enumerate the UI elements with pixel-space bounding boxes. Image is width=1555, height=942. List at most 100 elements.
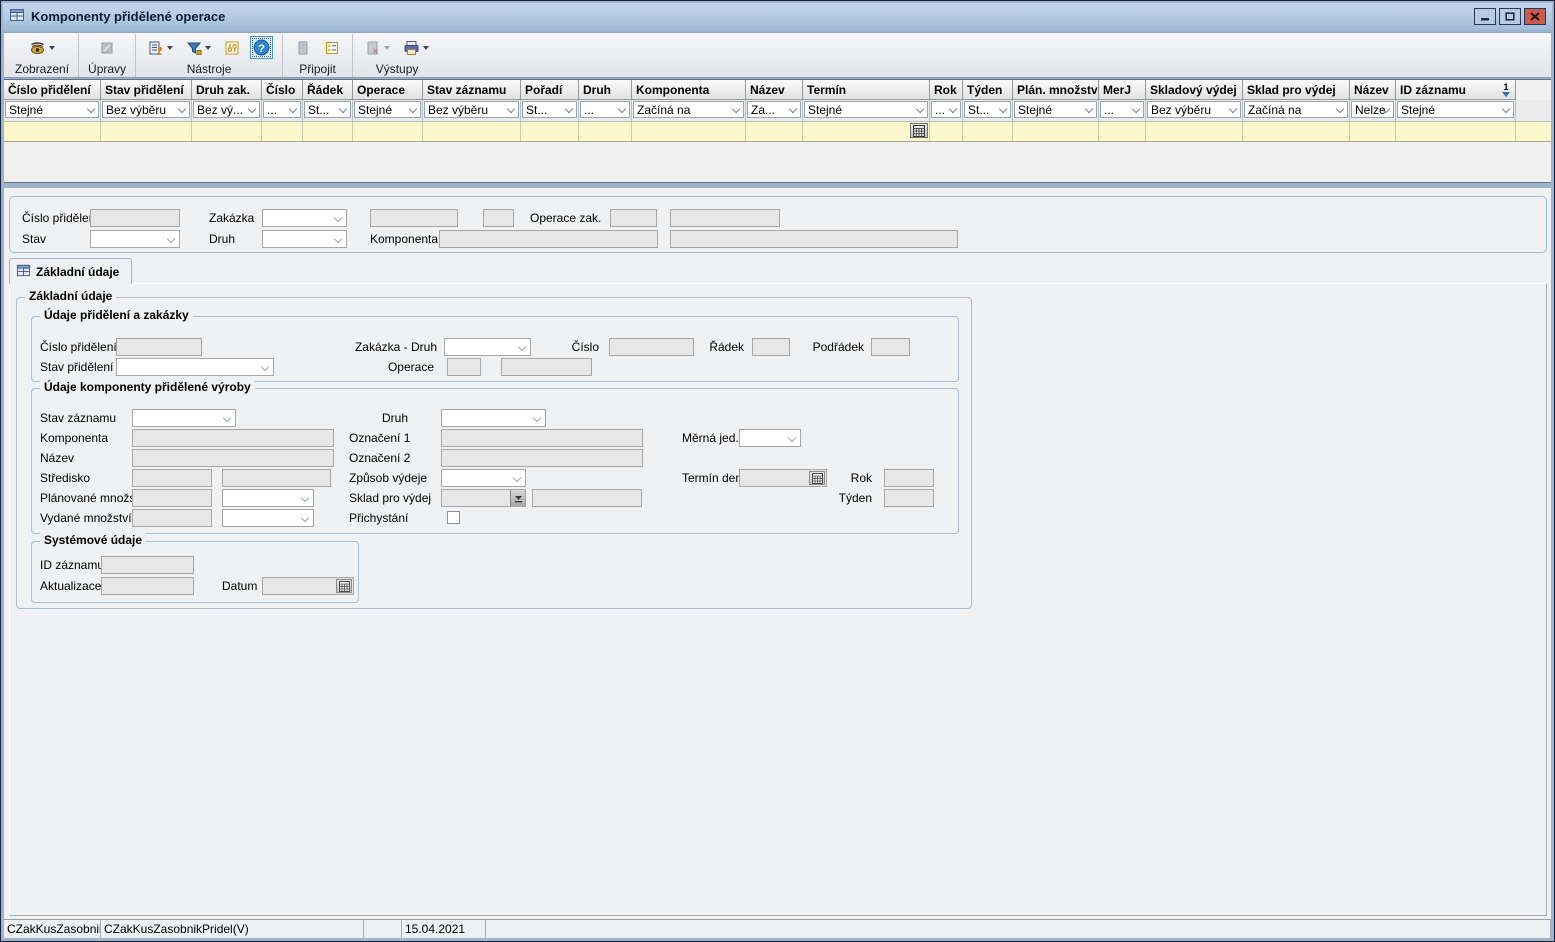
- column-header[interactable]: Název: [746, 80, 803, 100]
- close-button[interactable]: [1524, 8, 1546, 25]
- filter-value-cell[interactable]: [4, 122, 101, 141]
- filter-operator-select[interactable]: Stejné: [1014, 101, 1097, 118]
- filter-operator-select[interactable]: Nelze: [1351, 101, 1394, 118]
- planovane-mnozstvi-merj-select[interactable]: [222, 489, 314, 507]
- filter-value-cell[interactable]: [930, 122, 963, 141]
- filter-value-cell[interactable]: [262, 122, 303, 141]
- column-header[interactable]: Číslo: [262, 80, 303, 100]
- stav-prideleni-select[interactable]: [116, 358, 274, 376]
- column-header[interactable]: Týden: [963, 80, 1013, 100]
- column-header[interactable]: Druh: [579, 80, 632, 100]
- filter-operator-select[interactable]: Stejné: [1397, 101, 1514, 118]
- column-header-label: Číslo: [266, 81, 295, 99]
- print-button[interactable]: [400, 37, 432, 59]
- filter-operator-select[interactable]: ...: [931, 101, 961, 118]
- stredisko-input: [132, 469, 212, 487]
- column-header[interactable]: Sklad pro výdej: [1243, 80, 1350, 100]
- filter-operator-select[interactable]: ...: [1100, 101, 1144, 118]
- filter-operator-select[interactable]: Bez vý...: [193, 101, 260, 118]
- maximize-button[interactable]: [1499, 8, 1521, 25]
- column-header[interactable]: Stav záznamu: [423, 80, 521, 100]
- calendar-button[interactable]: [910, 123, 928, 138]
- filter-operator-select[interactable]: Stejné: [354, 101, 421, 118]
- column-header[interactable]: Název: [1350, 80, 1396, 100]
- datum-label: Datum: [222, 577, 257, 595]
- zakazka-druh-select[interactable]: [444, 338, 531, 356]
- column-header[interactable]: Pořadí: [521, 80, 579, 100]
- help-button[interactable]: ?: [250, 36, 273, 59]
- checklist-button[interactable]: [321, 37, 343, 59]
- filter-value-cell[interactable]: [1146, 122, 1243, 141]
- grid-filter-value-row: [4, 122, 1551, 142]
- rok-label: Rok: [832, 469, 872, 487]
- filter-value-cell[interactable]: [1396, 122, 1516, 141]
- column-header[interactable]: Stav přidělení: [101, 80, 192, 100]
- druh-select[interactable]: [441, 409, 546, 427]
- id-zaznamu-input: [101, 556, 194, 574]
- filter-operator-select[interactable]: Za...: [747, 101, 801, 118]
- filter-value-cell[interactable]: [1350, 122, 1396, 141]
- filter-value-cell[interactable]: [746, 122, 803, 141]
- filter-value-cell[interactable]: [803, 122, 930, 141]
- quick-operace-zak-label: Operace zak.: [530, 209, 601, 227]
- tab-form-icon: [16, 263, 31, 281]
- stav-zaznamu-select[interactable]: [132, 409, 236, 427]
- filter-operator-select[interactable]: St...: [964, 101, 1011, 118]
- column-header[interactable]: ID záznamu1: [1396, 80, 1516, 100]
- column-header[interactable]: Číslo přidělení: [4, 80, 101, 100]
- filter-value-cell[interactable]: [1013, 122, 1099, 141]
- column-header[interactable]: MerJ: [1099, 80, 1146, 100]
- filter-operator-select[interactable]: Bez výběru: [424, 101, 519, 118]
- quick-zakazka-select[interactable]: [262, 209, 347, 227]
- column-header[interactable]: Řádek: [303, 80, 353, 100]
- filter-value-cell[interactable]: [192, 122, 262, 141]
- filter-operator-select[interactable]: St...: [304, 101, 351, 118]
- filter-value-cell[interactable]: [353, 122, 423, 141]
- grid-body[interactable]: [4, 142, 1551, 183]
- parameters-button[interactable]: [221, 37, 243, 59]
- vydane-mnozstvi-merj-select[interactable]: [222, 509, 314, 527]
- filter-value-cell[interactable]: [101, 122, 192, 141]
- filter-operator-select[interactable]: ...: [263, 101, 301, 118]
- filter-operator-select[interactable]: St...: [522, 101, 577, 118]
- filter-value-cell[interactable]: [579, 122, 632, 141]
- filter-value-cell[interactable]: [1099, 122, 1146, 141]
- quick-stav-select[interactable]: [90, 230, 180, 248]
- column-header[interactable]: Termín: [803, 80, 930, 100]
- column-header[interactable]: Skladový výdej: [1146, 80, 1243, 100]
- filter-value-cell[interactable]: [521, 122, 579, 141]
- column-header[interactable]: Druh zak.: [192, 80, 262, 100]
- filter-value-cell[interactable]: [963, 122, 1013, 141]
- filter-value-cell[interactable]: [632, 122, 746, 141]
- actions-button[interactable]: [145, 37, 176, 59]
- column-header[interactable]: Operace: [353, 80, 423, 100]
- tab-zakladni-udaje[interactable]: Základní údaje: [9, 258, 132, 284]
- filter-value-cell[interactable]: [1243, 122, 1350, 141]
- filter-operator-cell: Bez výběru: [423, 100, 521, 121]
- filter-operator-cell: ...: [579, 100, 632, 121]
- column-header-label: Druh zak.: [196, 81, 250, 99]
- filter-operator-select[interactable]: Bez výběru: [102, 101, 190, 118]
- filter-operator-select[interactable]: Stejné: [804, 101, 928, 118]
- view-button[interactable]: [26, 37, 58, 59]
- column-header[interactable]: Plán. množství: [1013, 80, 1099, 100]
- column-header[interactable]: Komponenta: [632, 80, 746, 100]
- filter-operator-select[interactable]: Bez výběru: [1147, 101, 1241, 118]
- filter-operator-select[interactable]: Začíná na: [633, 101, 744, 118]
- quick-komponenta-input: [439, 230, 658, 248]
- quick-druh-select[interactable]: [262, 230, 347, 248]
- filter-operator-select[interactable]: Stejné: [5, 101, 99, 118]
- window-title: Komponenty přidělené operace: [31, 9, 1468, 24]
- filter-operator-cell: Začíná na: [632, 100, 746, 121]
- minimize-button[interactable]: [1474, 8, 1496, 25]
- filter-value-cell[interactable]: [303, 122, 353, 141]
- quick-komponenta-label: Komponenta: [370, 230, 438, 248]
- column-header[interactable]: Rok: [930, 80, 963, 100]
- prichystani-checkbox[interactable]: [447, 511, 460, 524]
- filter-value-cell[interactable]: [423, 122, 521, 141]
- filter-operator-select[interactable]: ...: [580, 101, 630, 118]
- filter-operator-select[interactable]: Začíná na: [1244, 101, 1348, 118]
- merna-jed-select[interactable]: [739, 429, 801, 447]
- zpusob-vydeje-select[interactable]: [441, 469, 526, 487]
- filter-button[interactable]: [183, 37, 214, 59]
